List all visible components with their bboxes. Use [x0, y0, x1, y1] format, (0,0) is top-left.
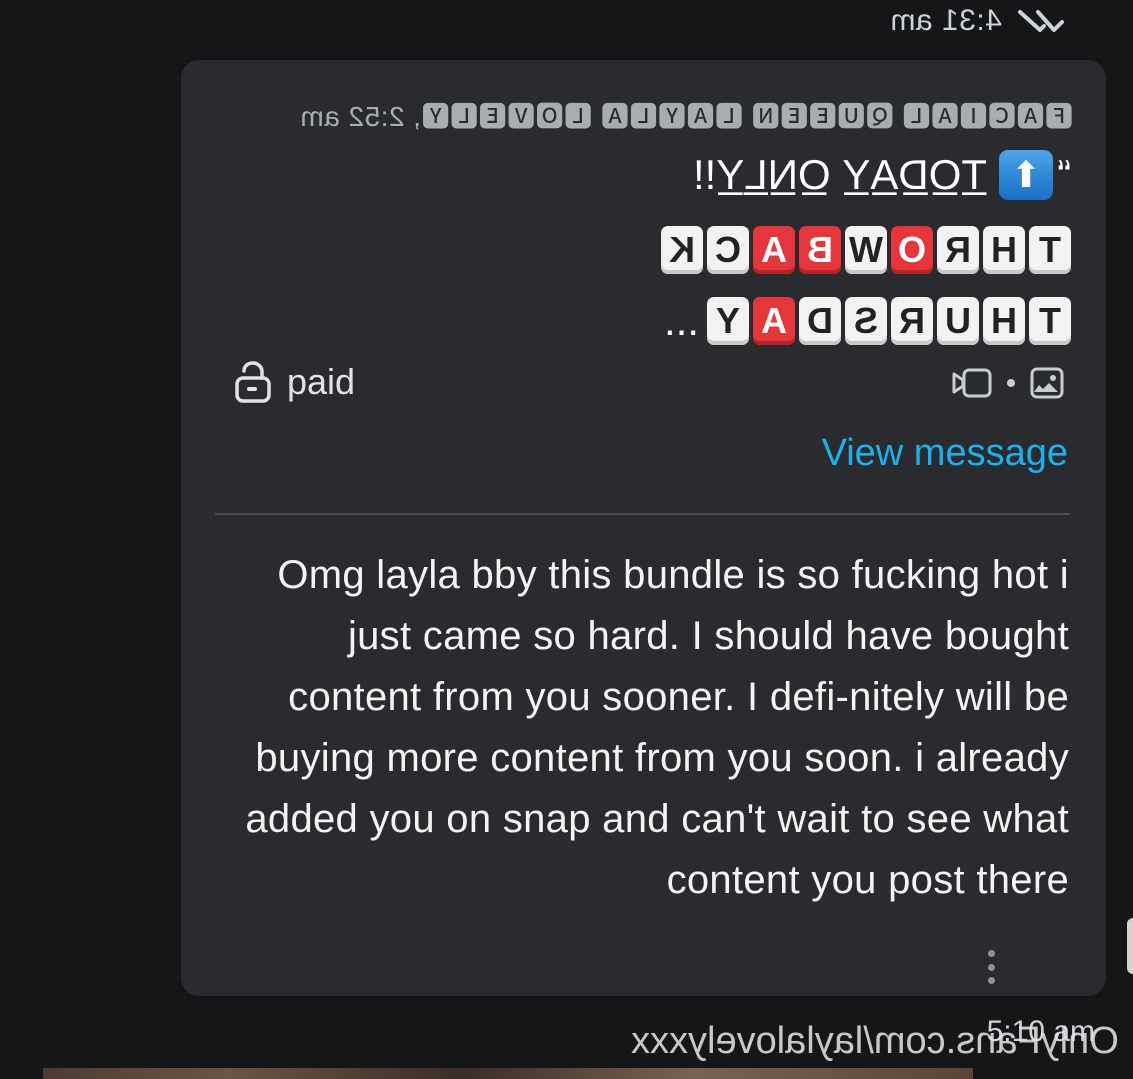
letter-tile: R	[937, 226, 979, 274]
chat-screen: 4:31 am 🅵🅰🅲🅸🅰🅻 🆀🆄🅴🅴🅽 🅻🅰🆈🅻🅰 🅻🅾🆅🅴🅻🆈, 2:52 …	[0, 0, 1133, 1079]
today-only-text: T̲O̲D̲A̲Y̲ O̲N̲L̲Y̲!!	[692, 151, 987, 198]
side-edge-indicator	[1127, 918, 1133, 974]
quote-mark: “	[1057, 151, 1071, 198]
view-message-label: View message	[821, 432, 1068, 474]
quoted-line-thursday: T H U R S D A Y...	[664, 297, 1071, 345]
quoted-line-today-only: “ ⬆ T̲O̲D̲A̲Y̲ O̲N̲L̲Y̲!!	[693, 150, 1071, 200]
quote-divider	[215, 513, 1070, 515]
letter-tile: H	[983, 226, 1025, 274]
paid-label: paid	[286, 361, 355, 402]
message-text: Omg layla bby this bundle is so fucking …	[245, 553, 1069, 902]
message-time-top: 4:31 am	[890, 4, 1066, 38]
unlock-icon	[235, 361, 271, 403]
letter-tile: W	[845, 226, 887, 274]
letter-tile: K	[661, 226, 703, 274]
mirrored-chat-layer: 4:31 am 🅵🅰🅲🅸🅰🅻 🆀🆄🅴🅴🅽 🅻🅰🆈🅻🅰 🅻🅾🆅🅴🅻🆈, 2:52 …	[0, 0, 1133, 1079]
quoted-message-author: 🅵🅰🅲🅸🅰🅻 🆀🆄🅴🅴🅽 🅻🅰🆈🅻🅰 🅻🅾🆅🅴🅻🆈, 2:52 am	[299, 101, 1073, 132]
top-time-label: 4:31 am	[890, 4, 1002, 37]
quoted-line-throwback: THROWBACK	[661, 226, 1071, 274]
letter-tile: O	[891, 226, 933, 274]
kebab-menu-icon[interactable]	[987, 950, 997, 984]
double-check-icon	[1017, 10, 1064, 32]
video-icon	[952, 368, 992, 398]
letter-tile: S	[845, 297, 887, 345]
letter-tile: U	[937, 297, 979, 345]
letter-tile: D	[799, 297, 841, 345]
letter-tile: A	[753, 297, 795, 345]
next-media-thumbnail[interactable]	[43, 1068, 973, 1079]
attachment-media-types	[951, 366, 1065, 400]
separator-dot	[1007, 379, 1015, 387]
watermark: OnlyFans.com/laylalovelyxxx	[631, 1020, 1119, 1063]
letter-tile: T	[1029, 297, 1071, 345]
view-message-link[interactable]: View message	[822, 432, 1068, 475]
ellipsis: ...	[663, 297, 699, 344]
letter-tile: C	[707, 226, 749, 274]
paid-status: paid	[233, 360, 355, 404]
up-arrow-icon: ⬆	[999, 150, 1053, 200]
letter-tile: T	[1029, 226, 1071, 274]
image-icon	[1030, 367, 1064, 399]
letter-tile: H	[983, 297, 1025, 345]
watermark-text: OnlyFans.com/laylalovelyxxx	[631, 1020, 1119, 1062]
letter-tile: B	[799, 226, 841, 274]
letter-tile: R	[891, 297, 933, 345]
letter-tile: Y	[707, 297, 749, 345]
letter-tile: A	[753, 226, 795, 274]
message-body: Omg layla bby this bundle is so fucking …	[239, 545, 1069, 911]
